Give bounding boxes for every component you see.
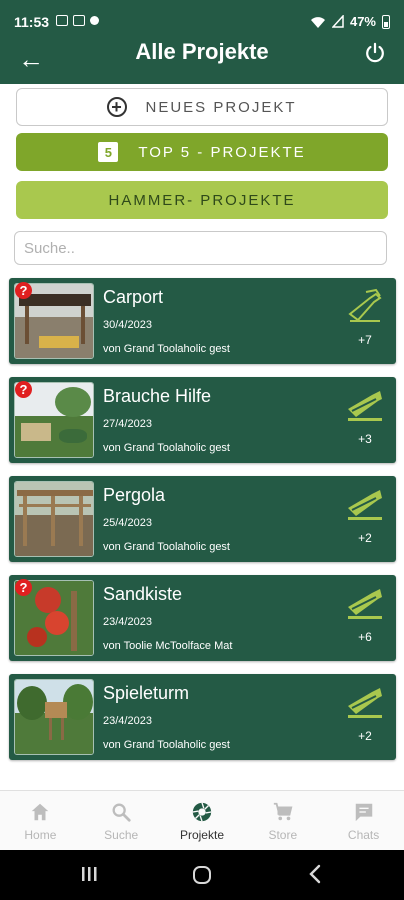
new-project-label: NEUES PROJEKT	[145, 98, 297, 116]
home-button-icon[interactable]	[191, 864, 213, 886]
mail-icon	[73, 15, 85, 26]
project-card[interactable]: ? Carport 30/4/2023 von Grand Toolaholic…	[9, 278, 396, 364]
notification-icons	[56, 15, 99, 26]
add-circle-icon: +	[107, 97, 128, 117]
hammer-count: +6	[358, 630, 372, 644]
home-icon	[32, 803, 49, 821]
help-badge: ?	[15, 282, 32, 299]
hammer-count: +3	[358, 432, 372, 446]
help-badge: ?	[15, 381, 32, 398]
project-name: Brauche Hilfe	[103, 386, 212, 406]
project-name: Carport	[103, 287, 164, 307]
chat-icon	[355, 803, 372, 822]
project-card[interactable]: Pergola 25/4/2023 von Grand Toolaholic g…	[9, 476, 396, 562]
hammer-projects-button[interactable]: HAMMER- PROJEKTE	[16, 181, 388, 219]
recents-icon[interactable]	[80, 864, 98, 884]
hammer-icon[interactable]	[346, 486, 384, 522]
nav-search-label: Suche	[104, 828, 139, 842]
project-date: 23/4/2023	[103, 616, 152, 628]
nav-search[interactable]: Suche	[81, 791, 162, 850]
app-bar: ← Alle Projekte	[0, 40, 404, 84]
project-card[interactable]: Spieleturm 23/4/2023 von Grand Toolaholi…	[9, 674, 396, 760]
top5-projects-button[interactable]: 5 TOP 5 - PROJEKTE	[16, 133, 388, 171]
nav-chats-label: Chats	[347, 828, 380, 842]
cart-icon	[273, 802, 293, 821]
hammer-count: +2	[358, 729, 372, 743]
hammer-count: +7	[358, 333, 372, 347]
power-icon[interactable]	[364, 42, 386, 64]
project-date: 23/4/2023	[103, 715, 152, 727]
back-nav-icon[interactable]	[308, 864, 322, 884]
top5-badge: 5	[98, 142, 119, 162]
nav-home-label: Home	[24, 828, 57, 842]
hammer-icon[interactable]	[346, 387, 384, 423]
hammer-icon[interactable]	[346, 288, 384, 324]
project-author: von Grand Toolaholic gest	[103, 343, 230, 355]
signal-icon	[331, 15, 344, 28]
project-name: Pergola	[103, 485, 166, 505]
project-card[interactable]: ? Brauche Hilfe 27/4/2023 von Grand Tool…	[9, 377, 396, 463]
project-date: 25/4/2023	[103, 517, 152, 529]
nav-projects-label: Projekte	[179, 828, 224, 842]
status-time: 11:53	[14, 14, 50, 30]
project-date: 30/4/2023	[103, 319, 152, 331]
project-card[interactable]: ? Sandkiste 23/4/2023 von Toolie McToolf…	[9, 575, 396, 661]
project-author: von Grand Toolaholic gest	[103, 739, 230, 751]
new-project-button[interactable]: + NEUES PROJEKT	[16, 88, 388, 126]
status-right: 47%	[310, 14, 390, 29]
hammer-projects-label: HAMMER- PROJEKTE	[108, 191, 296, 209]
search-input[interactable]	[14, 231, 387, 265]
battery-percent: 47%	[349, 14, 376, 29]
project-thumbnail	[14, 679, 94, 755]
nav-projects[interactable]: Projekte	[162, 791, 243, 850]
nav-store-label: Store	[268, 828, 298, 842]
gallery-icon	[56, 15, 68, 26]
help-badge: ?	[15, 579, 32, 596]
system-navigation-bar	[0, 850, 404, 900]
aperture-icon	[192, 802, 212, 822]
hammer-count: +2	[358, 531, 372, 545]
project-thumbnail	[14, 481, 94, 557]
nav-store[interactable]: Store	[242, 791, 323, 850]
project-author: von Grand Toolaholic gest	[103, 442, 230, 454]
hammer-icon[interactable]	[346, 585, 384, 621]
nav-chats[interactable]: Chats	[323, 791, 404, 850]
project-author: von Toolie McToolface Mat	[103, 640, 233, 652]
project-name: Spieleturm	[103, 683, 190, 703]
search-icon	[112, 803, 131, 822]
project-list: ? Carport 30/4/2023 von Grand Toolaholic…	[9, 278, 396, 773]
hammer-icon[interactable]	[346, 684, 384, 720]
wifi-icon	[310, 16, 325, 28]
project-author: von Grand Toolaholic gest	[103, 541, 230, 553]
nav-home[interactable]: Home	[0, 791, 81, 850]
status-bar: 11:53 47%	[0, 0, 404, 40]
project-date: 27/4/2023	[103, 418, 152, 430]
bottom-navigation: Home Suche Projekte Store Chats	[0, 790, 404, 850]
page-title: Alle Projekte	[135, 39, 269, 64]
top5-label: TOP 5 - PROJEKTE	[138, 143, 306, 161]
project-name: Sandkiste	[103, 584, 183, 604]
app-notification-icon	[90, 16, 99, 25]
battery-icon	[382, 14, 390, 29]
